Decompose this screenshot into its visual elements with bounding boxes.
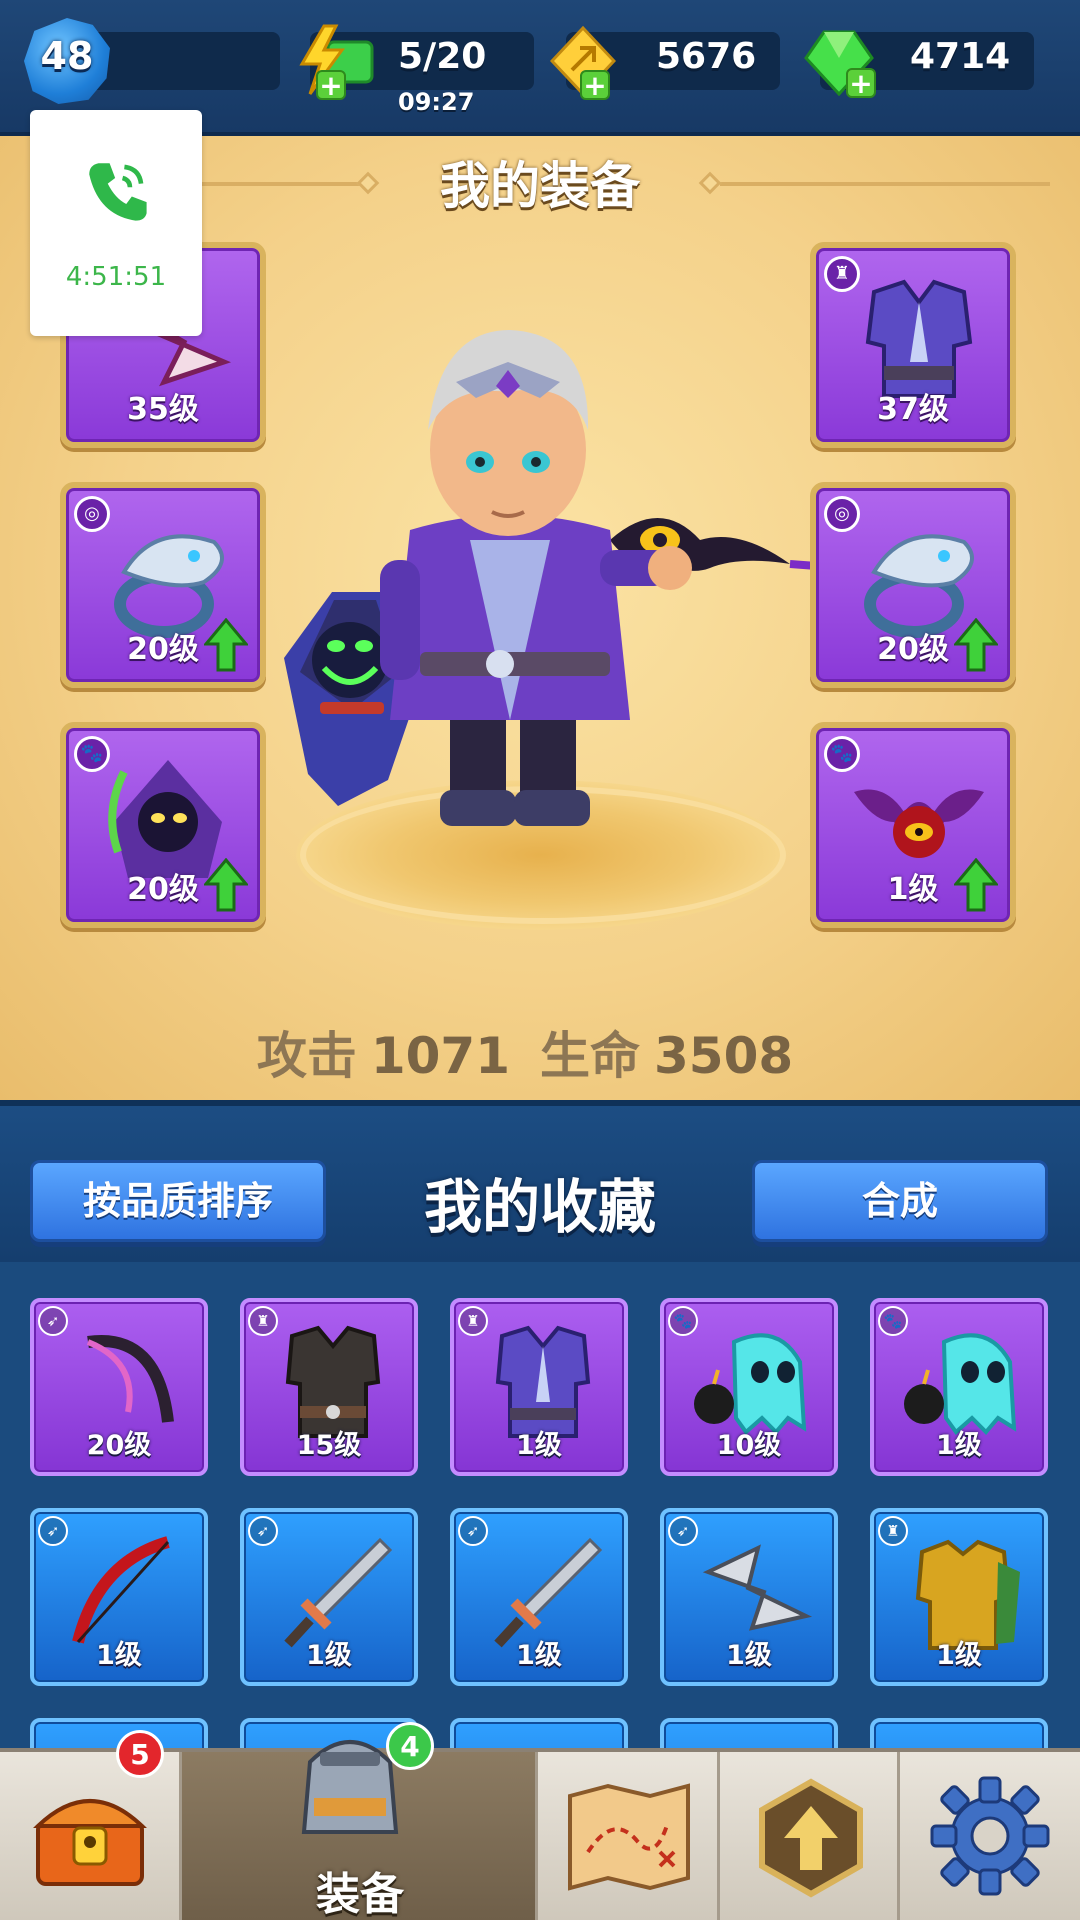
equip-slot-ring-right[interactable]: ◎ 20级 [810,482,1016,688]
nav-tab-upgrade[interactable] [720,1752,900,1920]
item-level: 10级 [716,1430,782,1461]
gem-value: 4714 [910,36,1011,77]
collection-item[interactable]: ➶ 1级 [240,1508,418,1686]
equip-slot-armor[interactable]: ♜ 37级 [810,242,1016,448]
slot-level: 35级 [127,392,199,427]
gem-plus-button[interactable]: + [846,68,876,98]
hp-label: 生命 [540,1027,640,1085]
attack-value: 1071 [370,1027,510,1085]
call-duration: 4:51:51 [65,262,167,292]
item-level: 1级 [936,1640,982,1671]
collection-item[interactable]: ➶ 1级 [30,1508,208,1686]
item-level: 1级 [306,1640,352,1671]
hero-character[interactable] [270,300,890,860]
collection-item[interactable] [870,1718,1048,1748]
item-level: 1级 [516,1640,562,1671]
chest-notification-badge: 5 [116,1730,164,1778]
collection-item[interactable]: 🐾 10级 [660,1298,838,1476]
hp-value: 3508 [654,1027,794,1085]
equip-slot-pet-right[interactable]: 🐾 1级 [810,722,1016,928]
collection-item[interactable]: ➶ 20级 [30,1298,208,1476]
item-level: 1级 [726,1640,772,1671]
attack-label: 攻击 [256,1027,357,1085]
chest-icon [33,1799,147,1886]
purple-armor-icon [865,279,973,398]
upgrade-arrow-icon [204,858,248,912]
gear-icon [930,1776,1050,1896]
hero-stats: 攻击 1071 生命 3508 [0,1016,1080,1088]
item-level: 1级 [936,1430,982,1461]
equip-notification-badge: 4 [386,1722,434,1770]
item-level: 20级 [86,1430,152,1461]
coin-plus-button[interactable]: + [580,70,610,100]
upgrade-arrow-icon [954,618,998,672]
collection-item[interactable]: 🐾 1级 [870,1298,1048,1476]
collection-item[interactable] [450,1718,628,1748]
upgrade-icon [759,1778,863,1898]
player-level: 48 [40,34,94,78]
nav-equip-label: 装备 [316,1869,404,1920]
collection-item[interactable]: ♜ 1级 [870,1508,1048,1686]
collection-item[interactable]: ♜ 15级 [240,1298,418,1476]
upgrade-arrow-icon [204,618,248,672]
nav-tab-chest[interactable] [0,1752,182,1920]
equip-slot-pet-left[interactable]: 🐾 20级 [60,722,266,928]
collection-item[interactable] [660,1718,838,1748]
nav-tab-settings[interactable] [900,1752,1080,1920]
item-level: 1级 [516,1430,562,1461]
map-icon [568,1783,690,1891]
slot-level: 37级 [877,392,949,427]
energy-timer: 09:27 [398,88,475,116]
sort-by-quality-button[interactable]: 按品质排序 [30,1160,326,1242]
energy-plus-button[interactable]: + [316,70,346,100]
upgrade-arrow-icon [954,858,998,912]
equip-slot-ring-left[interactable]: ◎ 20级 [60,482,266,688]
collection-item[interactable]: ♜ 1级 [450,1298,628,1476]
collection-grid: ➶ 20级 ♜ 15级 ♜ 1级 🐾 10级 🐾 1级 ➶ 1级 ➶ 1级 ➶ … [0,1262,1080,1748]
collection-item[interactable]: ➶ 1级 [660,1508,838,1686]
call-floating-window[interactable]: 4:51:51 [30,110,202,336]
merge-button[interactable]: 合成 [752,1160,1048,1242]
coin-value: 5676 [656,36,757,77]
nav-tab-map[interactable] [538,1752,720,1920]
phone-icon [89,163,147,221]
collection-item[interactable]: ➶ 1级 [450,1508,628,1686]
energy-value: 5/20 [398,36,487,77]
item-level: 15级 [296,1430,362,1461]
item-level: 1级 [96,1640,142,1671]
